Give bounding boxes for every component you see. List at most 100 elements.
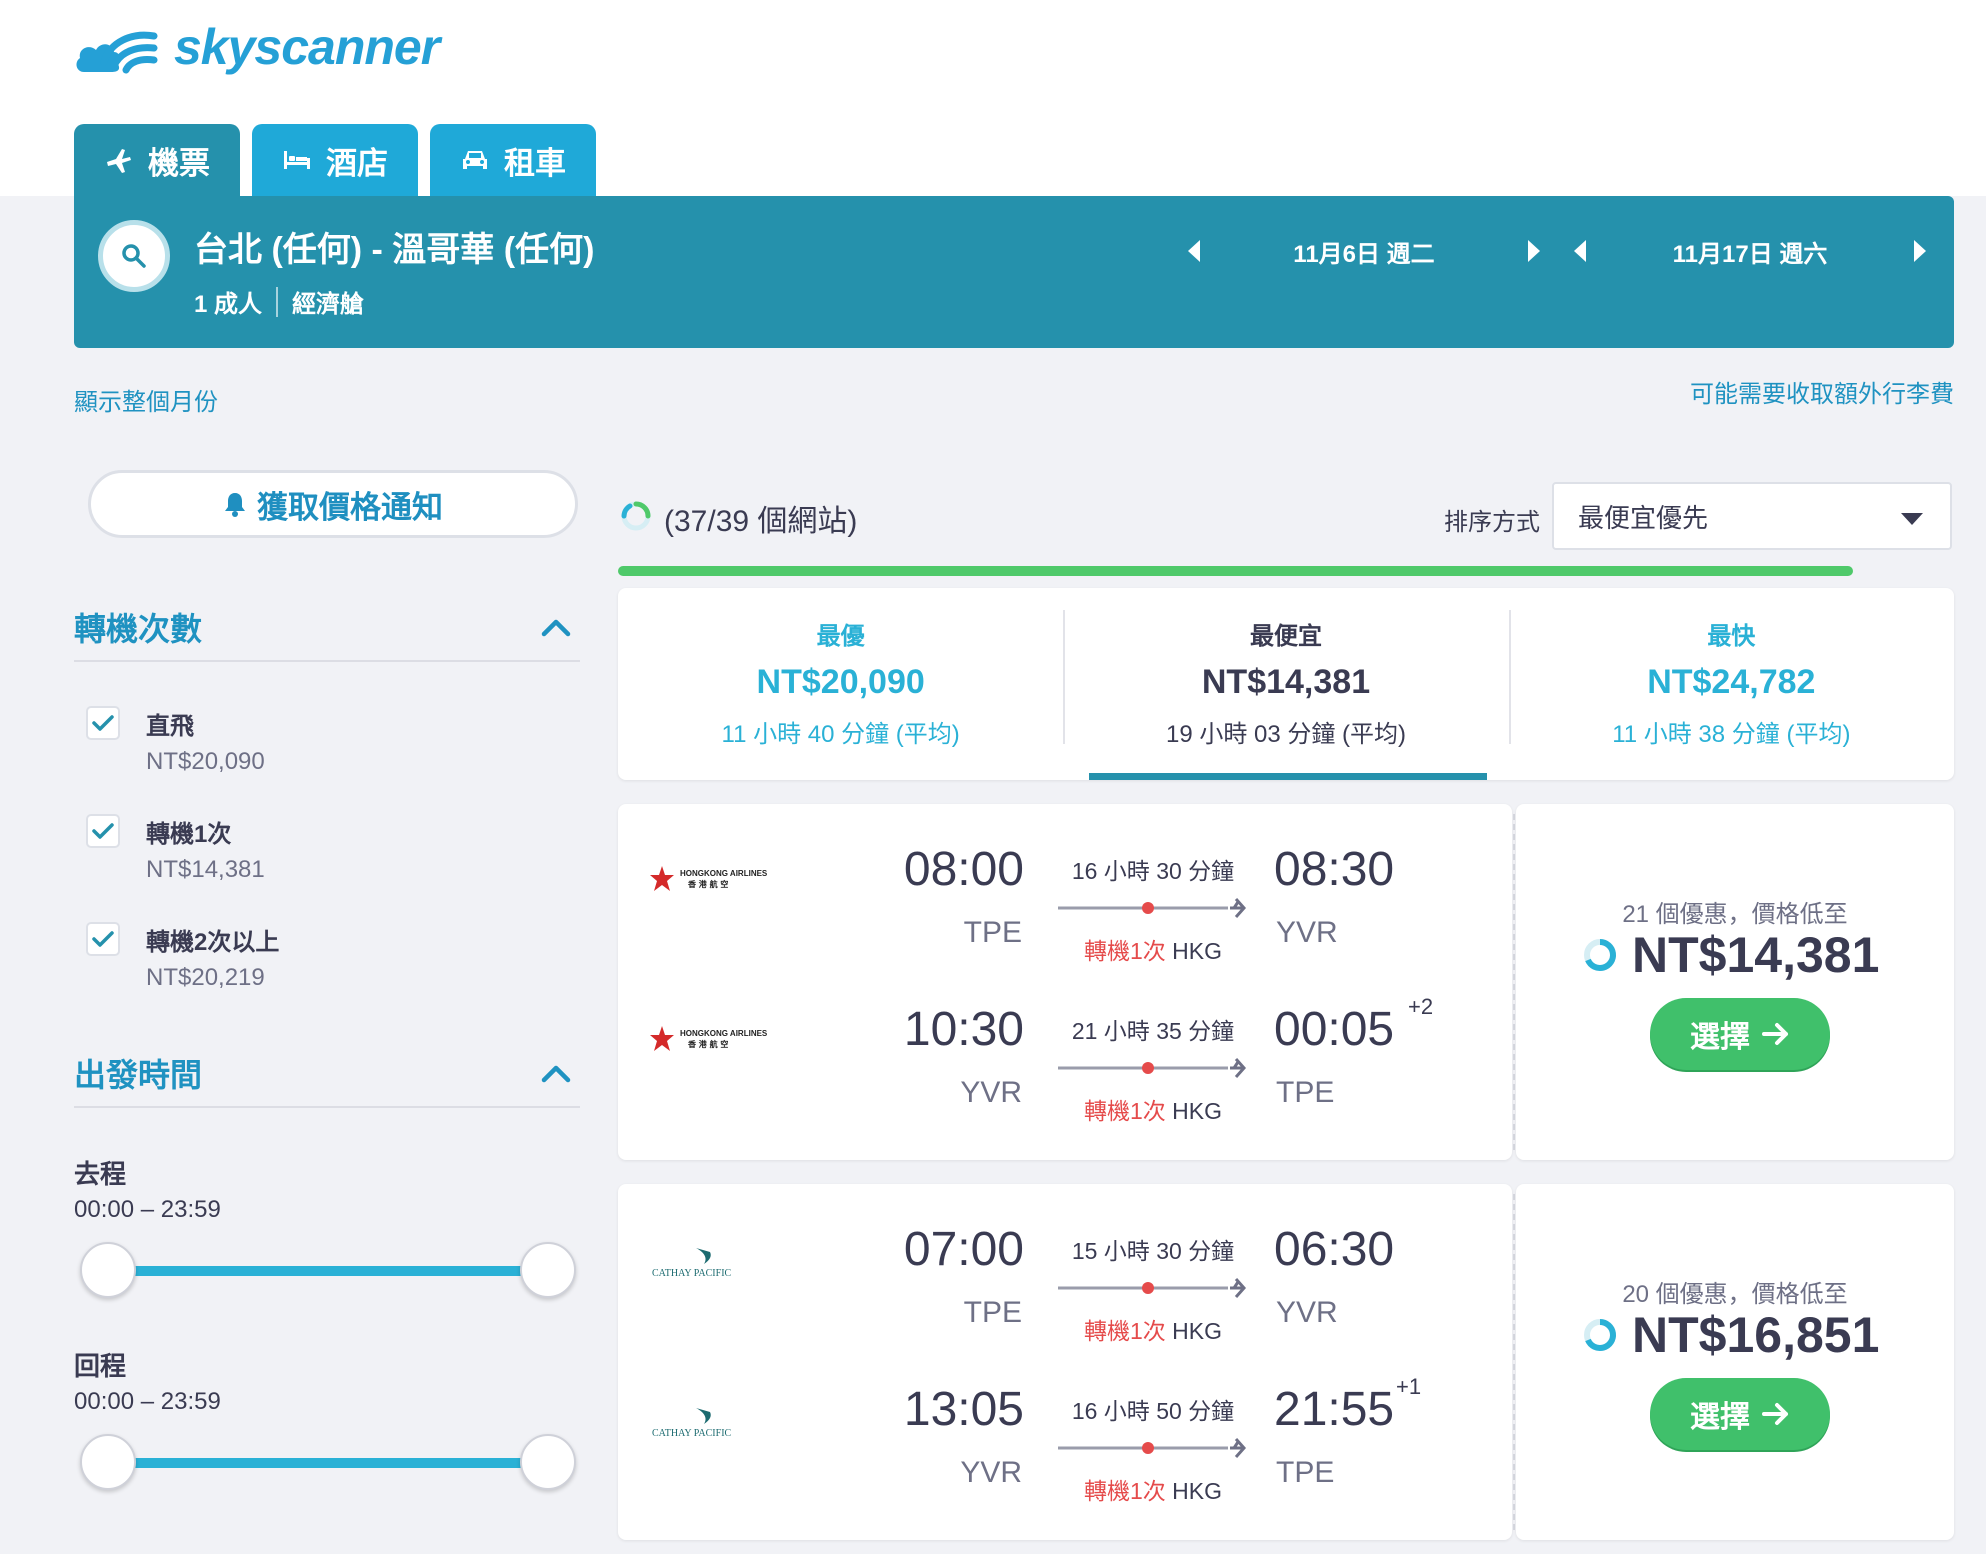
stops-filter-title[interactable]: 轉機次數 xyxy=(74,604,202,650)
slider-max-handle[interactable] xyxy=(520,1242,576,1298)
summary-heading: 最便宜 xyxy=(1249,623,1322,650)
tab-fastest[interactable]: 最快 NT$24,782 11 小時 38 分鐘 (平均) xyxy=(1508,588,1954,780)
day-offset: +2 xyxy=(1408,994,1434,1019)
outbound-time-range: 00:00 – 23:59 xyxy=(74,1196,221,1223)
route-line-icon xyxy=(1058,898,1247,918)
return-prev-day-button[interactable] xyxy=(1560,226,1600,276)
loading-spinner-icon xyxy=(1584,1319,1616,1351)
svg-text:CATHAY PACIFIC: CATHAY PACIFIC xyxy=(652,1428,732,1439)
route-line-icon xyxy=(1058,1278,1247,1298)
checkmark-icon xyxy=(92,823,114,839)
stop-info: 轉機1次 HKG xyxy=(1058,1312,1248,1346)
tab-best[interactable]: 最優 NT$20,090 11 小時 40 分鐘 (平均) xyxy=(618,588,1063,780)
price-value: NT$16,851 xyxy=(1632,1307,1880,1363)
stop-city: HKG xyxy=(1172,1318,1223,1344)
tab-cheapest[interactable]: 最便宜 NT$14,381 19 小時 03 分鐘 (平均) xyxy=(1063,588,1508,780)
car-icon xyxy=(463,151,487,169)
stop-count: 轉機1次 xyxy=(1083,938,1166,964)
depart-next-day-button[interactable] xyxy=(1514,226,1554,276)
search-button[interactable] xyxy=(98,220,170,292)
ticket-divider xyxy=(1513,1194,1515,1530)
two-plus-stops-checkbox[interactable] xyxy=(86,922,120,956)
section-divider xyxy=(74,660,580,662)
search-summary-bar[interactable]: 台北 (任何) - 溫哥華 (任何) 1 成人 經濟艙 11月6日 週二 11月… xyxy=(74,196,1954,348)
plane-icon xyxy=(107,149,131,173)
tab-car-rental[interactable]: 租車 xyxy=(430,124,596,196)
sort-selected-value: 最便宜優先 xyxy=(1578,502,1709,533)
return-date[interactable]: 11月17日 週六 xyxy=(1600,234,1900,269)
slider-min-handle[interactable] xyxy=(80,1434,136,1490)
section-divider xyxy=(74,1106,580,1108)
svg-text:CATHAY PACIFIC: CATHAY PACIFIC xyxy=(652,1268,732,1279)
departure-airport: YVR xyxy=(960,1076,1022,1109)
baggage-fees-link[interactable]: 可能需要收取額外行李費 xyxy=(1690,374,1954,409)
itinerary-legs[interactable]: CATHAY PACIFIC 07:00 TPE 15 小時 30 分鐘 轉機1… xyxy=(618,1184,1512,1540)
passenger-count: 1 成人 xyxy=(194,291,263,318)
arrow-right-icon xyxy=(1762,1403,1788,1425)
search-progress-bar xyxy=(618,566,1853,576)
slider-max-handle[interactable] xyxy=(520,1434,576,1490)
skyscanner-logo[interactable]: skyscanner xyxy=(74,18,440,76)
summary-price: NT$14,381 xyxy=(1201,663,1371,701)
loading-spinner-icon xyxy=(621,501,651,531)
arrival-airport: YVR xyxy=(1276,916,1338,949)
stops-option-label: 轉機1次 xyxy=(146,821,232,848)
bell-icon xyxy=(225,493,245,517)
departure-airport: TPE xyxy=(963,1296,1022,1329)
caret-left-icon xyxy=(1188,240,1200,262)
sites-searched-count: (37/39 個網站) xyxy=(664,505,858,538)
sort-dropdown[interactable]: 最便宜優先 xyxy=(1552,482,1952,550)
select-button[interactable]: 選擇 xyxy=(1650,998,1830,1070)
depart-prev-day-button[interactable] xyxy=(1174,226,1214,276)
one-stop-checkbox[interactable] xyxy=(86,814,120,848)
departure-time-filter-title[interactable]: 出發時間 xyxy=(74,1050,202,1096)
return-next-day-button[interactable] xyxy=(1900,226,1940,276)
return-time-slider[interactable] xyxy=(80,1434,576,1490)
stops-option-price: NT$20,090 xyxy=(146,748,265,775)
arrival-airport: YVR xyxy=(1276,1296,1338,1329)
stop-info: 轉機1次 HKG xyxy=(1058,1092,1248,1126)
flight-leg-return: CATHAY PACIFIC 13:05 YVR 16 小時 50 分鐘 轉機1… xyxy=(618,1344,1512,1504)
day-offset: +1 xyxy=(1396,1374,1422,1399)
itinerary-legs[interactable]: HONGKONG AIRLINES 香 港 航 空 08:00 TPE 16 小… xyxy=(618,804,1512,1160)
arrival-time: 08:30 xyxy=(1274,843,1395,896)
sort-label: 排序方式 xyxy=(1444,509,1540,536)
arrival-airport: TPE xyxy=(1276,1076,1335,1109)
hongkong-airlines-logo: HONGKONG AIRLINES 香 港 航 空 xyxy=(650,866,768,891)
price-alert-button[interactable]: 獲取價格通知 xyxy=(88,470,578,538)
stop-info: 轉機1次 HKG xyxy=(1058,932,1248,966)
summary-heading: 最快 xyxy=(1707,623,1756,650)
slider-track xyxy=(104,1266,552,1276)
chevron-down-icon xyxy=(1901,513,1923,525)
deals-count: 21 個優惠，價格低至 xyxy=(1622,901,1848,928)
caret-right-icon xyxy=(1528,240,1540,262)
flight-duration: 15 小時 30 分鐘 xyxy=(1071,1238,1235,1264)
depart-date[interactable]: 11月6日 週二 xyxy=(1214,234,1514,269)
tab-hotels[interactable]: 酒店 xyxy=(252,124,418,196)
chevron-up-icon[interactable] xyxy=(540,1062,572,1084)
cloud-logo-icon xyxy=(76,31,158,74)
flight-duration: 16 小時 50 分鐘 xyxy=(1071,1398,1235,1424)
itinerary-card[interactable]: HONGKONG AIRLINES 香 港 航 空 08:00 TPE 16 小… xyxy=(618,804,1954,1160)
hongkong-airlines-logo: HONGKONG AIRLINES 香 港 航 空 xyxy=(650,1026,768,1051)
itinerary-price: NT$14,381 xyxy=(1582,926,1879,984)
caret-left-icon xyxy=(1574,240,1586,262)
search-travellers: 1 成人 經濟艙 xyxy=(194,284,364,319)
itinerary-card[interactable]: CATHAY PACIFIC 07:00 TPE 15 小時 30 分鐘 轉機1… xyxy=(618,1184,1954,1540)
departure-time: 07:00 xyxy=(903,1223,1024,1276)
slider-min-handle[interactable] xyxy=(80,1242,136,1298)
select-button[interactable]: 選擇 xyxy=(1650,1378,1830,1450)
stops-option-price: NT$20,219 xyxy=(146,964,265,991)
show-whole-month-link[interactable]: 顯示整個月份 xyxy=(74,382,218,417)
result-summary-tabs: 最優 NT$20,090 11 小時 40 分鐘 (平均) 最便宜 NT$14,… xyxy=(618,588,1954,780)
flight-duration: 16 小時 30 分鐘 xyxy=(1071,858,1235,884)
stop-count: 轉機1次 xyxy=(1083,1318,1166,1344)
outbound-time-slider[interactable] xyxy=(80,1242,576,1298)
direct-checkbox[interactable] xyxy=(86,706,120,740)
chevron-up-icon[interactable] xyxy=(540,616,572,638)
departure-time: 10:30 xyxy=(903,1003,1024,1056)
itinerary-price-panel: 20 個優惠，價格低至 NT$16,851 選擇 xyxy=(1516,1184,1954,1540)
select-button-label: 選擇 xyxy=(1690,1401,1750,1434)
checkmark-icon xyxy=(92,931,114,947)
tab-flights[interactable]: 機票 xyxy=(74,124,240,196)
